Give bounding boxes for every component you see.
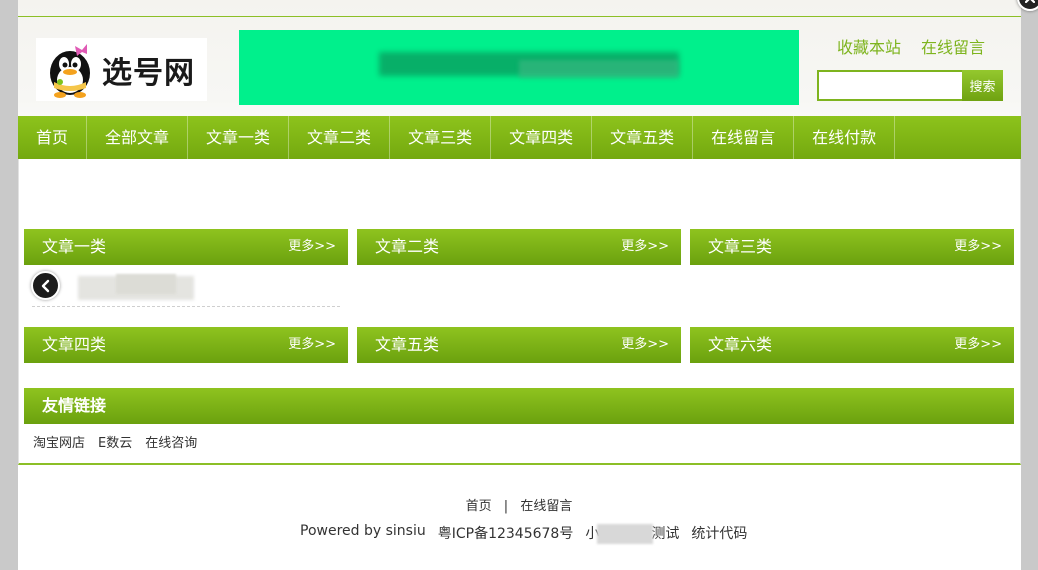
top-divider: [18, 16, 1021, 17]
footer-guestbook-link[interactable]: 在线留言: [520, 499, 572, 514]
nav-item-payment[interactable]: 在线付款: [794, 116, 896, 159]
nav-item-category-5[interactable]: 文章五类: [592, 116, 694, 159]
icp-text: 粤ICP备12345678号: [437, 526, 574, 542]
top-links: 收藏本站 在线留言: [837, 34, 985, 58]
test-text: 小测试: [585, 524, 680, 544]
nav-item-home[interactable]: 首页: [18, 116, 88, 159]
more-link[interactable]: 更多>>: [954, 327, 1002, 363]
panel-title: 文章六类: [708, 335, 773, 354]
nav-item-category-2[interactable]: 文章二类: [289, 116, 391, 159]
site-logo[interactable]: 选号网: [36, 38, 207, 101]
search-button[interactable]: 搜索: [962, 70, 1003, 101]
more-link[interactable]: 更多>>: [288, 327, 336, 363]
panel-category-3: 文章三类 更多>>: [690, 229, 1014, 265]
panel-title: 文章一类: [42, 237, 107, 256]
friend-link-consult[interactable]: 在线咨询: [145, 432, 197, 451]
blurred-article-title-2: [116, 274, 176, 294]
list-item[interactable]: [32, 270, 340, 307]
search-box: 搜索: [817, 70, 1003, 101]
more-link[interactable]: 更多>>: [621, 229, 669, 265]
panel-category-4: 文章四类 更多>>: [24, 327, 348, 363]
footer-separator: |: [503, 499, 509, 514]
friend-link-taobao[interactable]: 淘宝网店: [33, 432, 85, 451]
friend-links-title: 友情链接: [42, 396, 107, 415]
panel-title: 文章四类: [42, 335, 107, 354]
footer-home-link[interactable]: 首页: [466, 499, 492, 514]
friend-links: 淘宝网店 E数云 在线咨询: [33, 432, 197, 451]
panel-category-5: 文章五类 更多>>: [357, 327, 681, 363]
footer-nav: 首页 | 在线留言: [0, 495, 1038, 514]
ad-banner[interactable]: [239, 30, 799, 105]
logo-text: 选号网: [102, 55, 195, 91]
guestbook-link[interactable]: 在线留言: [921, 34, 985, 58]
panel-title: 文章二类: [375, 237, 440, 256]
bookmark-link[interactable]: 收藏本站: [837, 34, 901, 58]
stats-code-text: 统计代码: [691, 526, 748, 542]
panel-category-2: 文章二类 更多>>: [357, 229, 681, 265]
friend-link-ecloud[interactable]: E数云: [98, 432, 132, 451]
panel-title: 文章五类: [375, 335, 440, 354]
panel-title: 文章三类: [708, 237, 773, 256]
friend-links-header: 友情链接: [24, 388, 1014, 424]
panel-category-1: 文章一类 更多>>: [24, 229, 348, 265]
banner-blurred-text-2: [519, 60, 679, 78]
nav-item-all-articles[interactable]: 全部文章: [87, 116, 189, 159]
nav-item-category-4[interactable]: 文章四类: [491, 116, 593, 159]
more-link[interactable]: 更多>>: [954, 229, 1002, 265]
nav-item-category-1[interactable]: 文章一类: [188, 116, 290, 159]
nav-item-category-3[interactable]: 文章三类: [390, 116, 492, 159]
penguin-mascot-icon: [50, 43, 90, 98]
panel-category-6: 文章六类 更多>>: [690, 327, 1014, 363]
footer-info: Powered by sinsiu 粤ICP备12345678号 小测试 统计代…: [300, 523, 747, 544]
main-nav: 首页 全部文章 文章一类 文章二类 文章三类 文章四类 文章五类 在线留言 在线…: [18, 116, 1021, 159]
chevron-left-icon[interactable]: [31, 271, 60, 300]
more-link[interactable]: 更多>>: [288, 229, 336, 265]
nav-item-guestbook[interactable]: 在线留言: [693, 116, 795, 159]
powered-by-text: Powered by sinsiu: [300, 523, 426, 539]
search-input[interactable]: [817, 70, 962, 101]
more-link[interactable]: 更多>>: [621, 327, 669, 363]
